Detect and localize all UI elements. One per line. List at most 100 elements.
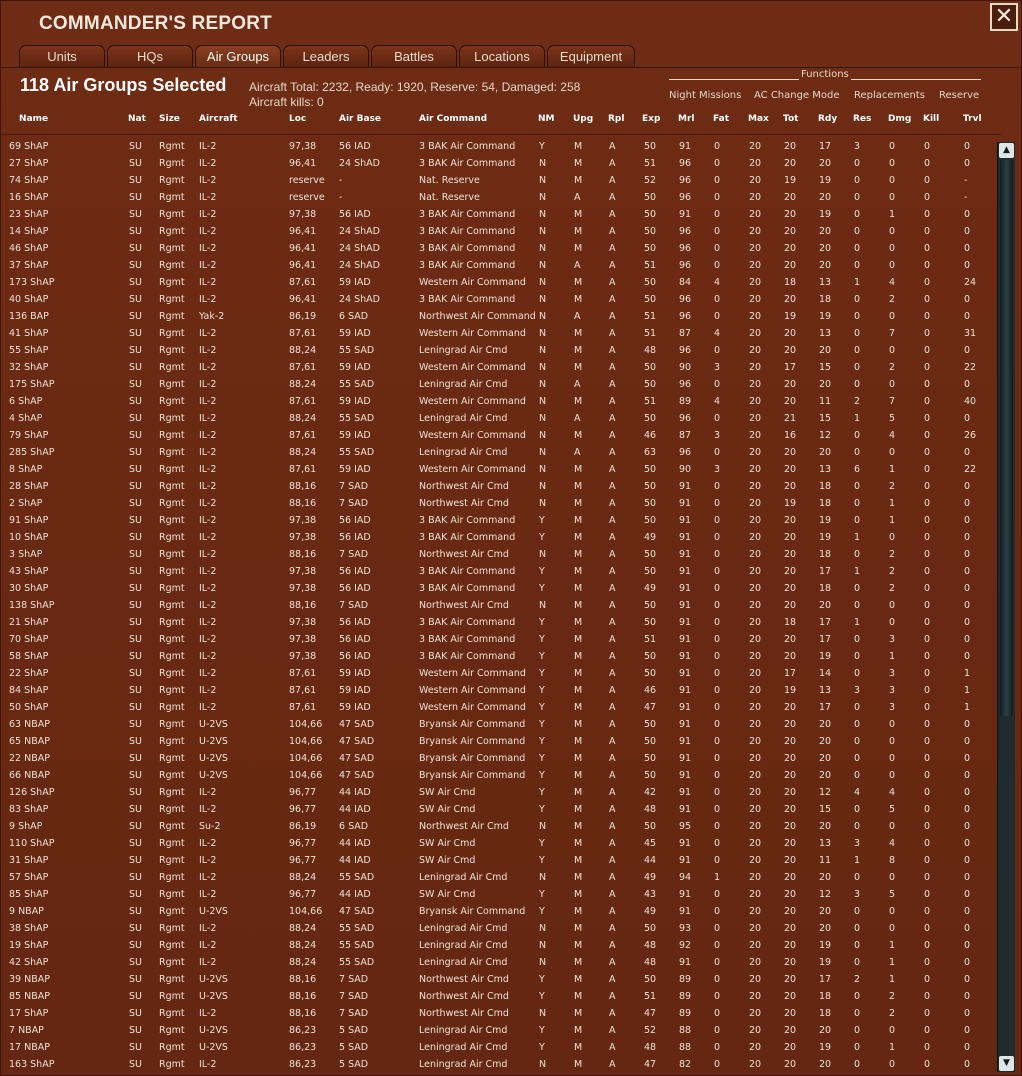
column-header-kill[interactable]: Kill <box>923 114 939 124</box>
column-header-exp[interactable]: Exp <box>642 114 660 124</box>
ac-change-mode-button[interactable]: AC Change Mode <box>754 90 840 101</box>
table-row[interactable]: 16 ShAP SU Rgmt IL-2 reserve - Nat. Reserve N A A… <box>1 190 996 207</box>
table-row[interactable]: 46 ShAP SU Rgmt IL-2 96,41 24 ShAD 3 BAK Air C… <box>1 241 996 258</box>
table-row[interactable]: 3 ShAP SU Rgmt IL-2 88,16 7 SAD Northwest Air … <box>1 547 996 564</box>
table-row[interactable]: 110 ShAP SU Rgmt IL-2 96,77 44 IAD SW Air Cmd Y… <box>1 836 996 853</box>
cell-nat: SU <box>129 821 142 832</box>
tab-hqs[interactable]: HQs <box>107 45 193 67</box>
table-row[interactable]: 85 NBAP SU Rgmt U-2VS 88,16 7 SAD Northwest Ai… <box>1 989 996 1006</box>
column-header-rpl[interactable]: Rpl <box>608 114 624 124</box>
table-row[interactable]: 9 NBAP SU Rgmt U-2VS 104,66 47 SAD Bryansk Air… <box>1 904 996 921</box>
table-row[interactable]: 2 ShAP SU Rgmt IL-2 88,16 7 SAD Northwest Air … <box>1 496 996 513</box>
column-header-aircraft[interactable]: Aircraft <box>199 114 238 124</box>
scroll-up-icon[interactable]: ▲ <box>999 143 1014 158</box>
table-row[interactable]: 27 ShAP SU Rgmt IL-2 96,41 24 ShAD 3 BAK Air C… <box>1 156 996 173</box>
table-row[interactable]: 41 ShAP SU Rgmt IL-2 87,61 59 IAD Western Air … <box>1 326 996 343</box>
table-row[interactable]: 39 NBAP SU Rgmt U-2VS 88,16 7 SAD Northwest Ai… <box>1 972 996 989</box>
vertical-scrollbar[interactable]: ▲ ▼ <box>997 142 1015 1072</box>
table-row[interactable]: 21 ShAP SU Rgmt IL-2 97,38 56 IAD 3 BAK Air Co… <box>1 615 996 632</box>
table-row[interactable]: 173 ShAP SU Rgmt IL-2 87,61 59 IAD Western Air… <box>1 275 996 292</box>
column-header-res[interactable]: Res <box>853 114 871 124</box>
reserve-button[interactable]: Reserve <box>939 90 979 101</box>
scroll-down-icon[interactable]: ▼ <box>999 1056 1014 1071</box>
table-row[interactable]: 4 ShAP SU Rgmt IL-2 88,24 55 SAD Leningrad Air… <box>1 411 996 428</box>
cell-name: 138 ShAP <box>9 600 55 611</box>
table-row[interactable]: 55 ShAP SU Rgmt IL-2 88,24 55 SAD Leningrad Ai… <box>1 343 996 360</box>
table-row[interactable]: 83 ShAP SU Rgmt IL-2 96,77 44 IAD SW Air Cmd Y M… <box>1 802 996 819</box>
table-row[interactable]: 17 ShAP SU Rgmt IL-2 88,16 7 SAD Northwest Air… <box>1 1006 996 1023</box>
column-header-fat[interactable]: Fat <box>713 114 729 124</box>
table-row[interactable]: 31 ShAP SU Rgmt IL-2 96,77 44 IAD SW Air Cmd Y M… <box>1 853 996 870</box>
table-row[interactable]: 38 ShAP SU Rgmt IL-2 88,24 55 SAD Leningrad Ai… <box>1 921 996 938</box>
table-row[interactable]: 23 ShAP SU Rgmt IL-2 97,38 56 IAD 3 BAK Air Co… <box>1 207 996 224</box>
table-row[interactable]: 10 ShAP SU Rgmt IL-2 97,38 56 IAD 3 BAK Air Co… <box>1 530 996 547</box>
cell-size: Rgmt <box>159 583 185 594</box>
table-row[interactable]: 63 NBAP SU Rgmt U-2VS 104,66 47 SAD Bryansk Ai… <box>1 717 996 734</box>
tab-equipment[interactable]: Equipment <box>547 45 635 67</box>
column-header-max[interactable]: Max <box>748 114 769 124</box>
table-row[interactable]: 22 ShAP SU Rgmt IL-2 87,61 59 IAD Western Air … <box>1 666 996 683</box>
scroll-thumb[interactable] <box>1000 160 1013 716</box>
table-row[interactable]: 57 ShAP SU Rgmt IL-2 88,24 55 SAD Leningrad Ai… <box>1 870 996 887</box>
table-row[interactable]: 85 ShAP SU Rgmt IL-2 96,77 44 IAD SW Air Cmd Y M… <box>1 887 996 904</box>
replacements-button[interactable]: Replacements <box>854 90 925 101</box>
tab-battles[interactable]: Battles <box>371 45 457 67</box>
table-row[interactable]: 30 ShAP SU Rgmt IL-2 97,38 56 IAD 3 BAK Air Co… <box>1 581 996 598</box>
column-header-size[interactable]: Size <box>159 114 180 124</box>
tab-units[interactable]: Units <box>19 45 105 67</box>
table-row[interactable]: 163 ShAP SU Rgmt IL-2 86,23 5 SAD Leningrad Ai… <box>1 1057 996 1074</box>
table-row[interactable]: 138 ShAP SU Rgmt IL-2 88,16 7 SAD Northwest Ai… <box>1 598 996 615</box>
cell-nat: SU <box>129 328 142 339</box>
table-row[interactable]: 69 ShAP SU Rgmt IL-2 97,38 56 IAD 3 BAK Air Co… <box>1 139 996 156</box>
table-row[interactable]: 28 ShAP SU Rgmt IL-2 88,16 7 SAD Northwest Air… <box>1 479 996 496</box>
table-row[interactable]: 175 ShAP SU Rgmt IL-2 88,24 55 SAD Leningrad A… <box>1 377 996 394</box>
table-row[interactable]: 91 ShAP SU Rgmt IL-2 97,38 56 IAD 3 BAK Air Co… <box>1 513 996 530</box>
table-row[interactable]: 14 ShAP SU Rgmt IL-2 96,41 24 ShAD 3 BAK Air C… <box>1 224 996 241</box>
column-header-nat[interactable]: Nat <box>128 114 146 124</box>
table-row[interactable]: 84 ShAP SU Rgmt IL-2 87,61 59 IAD Western Air … <box>1 683 996 700</box>
cell-loc: 86,19 <box>289 311 317 322</box>
column-header-rdy[interactable]: Rdy <box>818 114 837 124</box>
column-header-nm[interactable]: NM <box>538 114 555 124</box>
table-row[interactable]: 70 ShAP SU Rgmt IL-2 97,38 56 IAD 3 BAK Air Co… <box>1 632 996 649</box>
table-row[interactable]: 17 NBAP SU Rgmt U-2VS 86,23 5 SAD Leningrad Ai… <box>1 1040 996 1057</box>
tab-air-groups[interactable]: Air Groups <box>195 45 281 67</box>
table-row[interactable]: 22 NBAP SU Rgmt U-2VS 104,66 47 SAD Bryansk Ai… <box>1 751 996 768</box>
tab-leaders[interactable]: Leaders <box>283 45 369 67</box>
table-row[interactable]: 43 ShAP SU Rgmt IL-2 97,38 56 IAD 3 BAK Air Co… <box>1 564 996 581</box>
column-header-loc[interactable]: Loc <box>289 114 306 124</box>
column-header-air-command[interactable]: Air Command <box>419 114 487 124</box>
table-row[interactable]: 7 NBAP SU Rgmt U-2VS 86,23 5 SAD Leningrad Air… <box>1 1023 996 1040</box>
table-row[interactable]: 285 ShAP SU Rgmt IL-2 88,24 55 SAD Leningrad A… <box>1 445 996 462</box>
table-row[interactable]: 74 ShAP SU Rgmt IL-2 reserve - Nat. Reserve N M A… <box>1 173 996 190</box>
table-row[interactable]: 9 ShAP SU Rgmt Su-2 86,19 6 SAD Northwest Air … <box>1 819 996 836</box>
cell-max: 20 <box>749 447 762 458</box>
table-row[interactable]: 65 NBAP SU Rgmt U-2VS 104,66 47 SAD Bryansk Ai… <box>1 734 996 751</box>
table-row[interactable]: 79 ShAP SU Rgmt IL-2 87,61 59 IAD Western Air … <box>1 428 996 445</box>
column-header-air-base[interactable]: Air Base <box>339 114 381 124</box>
column-header-upg[interactable]: Upg <box>573 114 593 124</box>
table-row[interactable]: 32 ShAP SU Rgmt IL-2 87,61 59 IAD Western Air … <box>1 360 996 377</box>
column-header-name[interactable]: Name <box>19 114 48 124</box>
column-header-dmg[interactable]: Dmg <box>888 114 911 124</box>
tab-locations[interactable]: Locations <box>459 45 545 67</box>
night-missions-button[interactable]: Night Missions <box>669 90 741 101</box>
table-row[interactable]: 126 ShAP SU Rgmt IL-2 96,77 44 IAD SW Air Cmd Y… <box>1 785 996 802</box>
table-row[interactable]: 58 ShAP SU Rgmt IL-2 97,38 56 IAD 3 BAK Air Co… <box>1 649 996 666</box>
table-row[interactable]: 50 ShAP SU Rgmt IL-2 87,61 59 IAD Western Air … <box>1 700 996 717</box>
cell-dmg: 7 <box>889 328 896 339</box>
table-row[interactable]: 42 ShAP SU Rgmt IL-2 88,24 55 SAD Leningrad Ai… <box>1 955 996 972</box>
table-row[interactable]: 136 BAP SU Rgmt Yak-2 86,19 6 SAD Northwest Ai… <box>1 309 996 326</box>
table-row[interactable]: 66 NBAP SU Rgmt U-2VS 104,66 47 SAD Bryansk Ai… <box>1 768 996 785</box>
table-row[interactable]: 6 ShAP SU Rgmt IL-2 87,61 59 IAD Western Air C… <box>1 394 996 411</box>
table-row[interactable]: 40 ShAP SU Rgmt IL-2 96,41 24 ShAD 3 BAK Air C… <box>1 292 996 309</box>
cell-fat: 0 <box>714 685 721 696</box>
cell-name: 57 ShAP <box>9 872 49 883</box>
column-header-trvl[interactable]: Trvl <box>963 114 982 124</box>
column-header-mrl[interactable]: Mrl <box>678 114 694 124</box>
column-header-tot[interactable]: Tot <box>783 114 798 124</box>
table-row[interactable]: 8 ShAP SU Rgmt IL-2 87,61 59 IAD Western Air C… <box>1 462 996 479</box>
table-row[interactable]: 19 ShAP SU Rgmt IL-2 88,24 55 SAD Leningrad Ai… <box>1 938 996 955</box>
table-row[interactable]: 37 ShAP SU Rgmt IL-2 96,41 24 ShAD 3 BAK Air C… <box>1 258 996 275</box>
close-button[interactable]: ✕ <box>990 3 1018 31</box>
